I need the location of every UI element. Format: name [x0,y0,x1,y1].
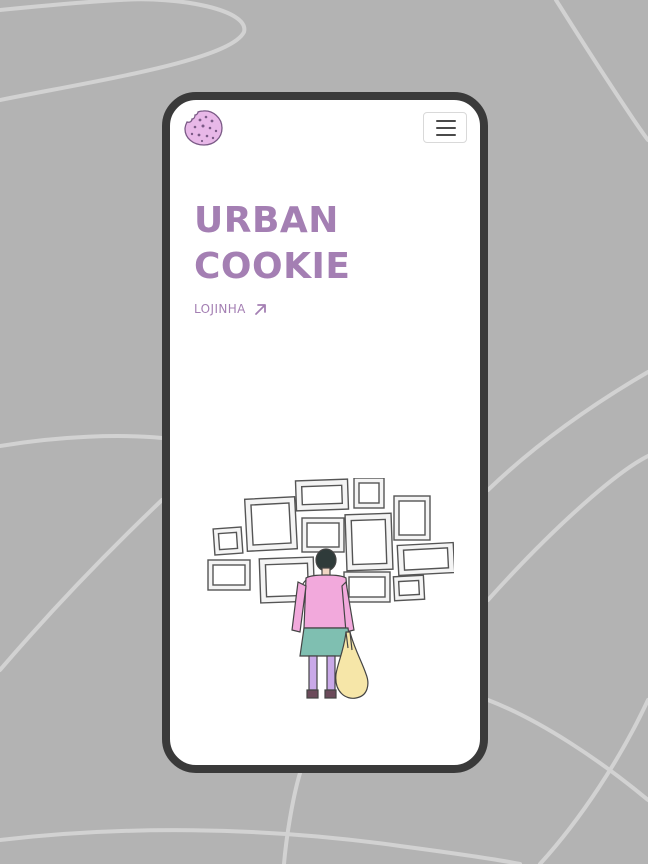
phone-frame: URBAN COOKIE LOJINHA [162,92,488,773]
brand-title-line1: URBAN [194,200,339,241]
brand-title: URBAN COOKIE [194,198,351,290]
cookie-logo-icon[interactable] [182,109,224,147]
hero-illustration [207,478,454,699]
menu-line [436,127,456,129]
shop-link[interactable]: LOJINHA [194,302,267,316]
brand-title-line2: COOKIE [194,246,351,287]
menu-line [436,134,456,136]
arrow-up-right-icon [254,303,266,315]
shop-link-label: LOJINHA [194,302,246,316]
hamburger-menu-button[interactable] [423,112,467,143]
menu-line [436,120,456,122]
